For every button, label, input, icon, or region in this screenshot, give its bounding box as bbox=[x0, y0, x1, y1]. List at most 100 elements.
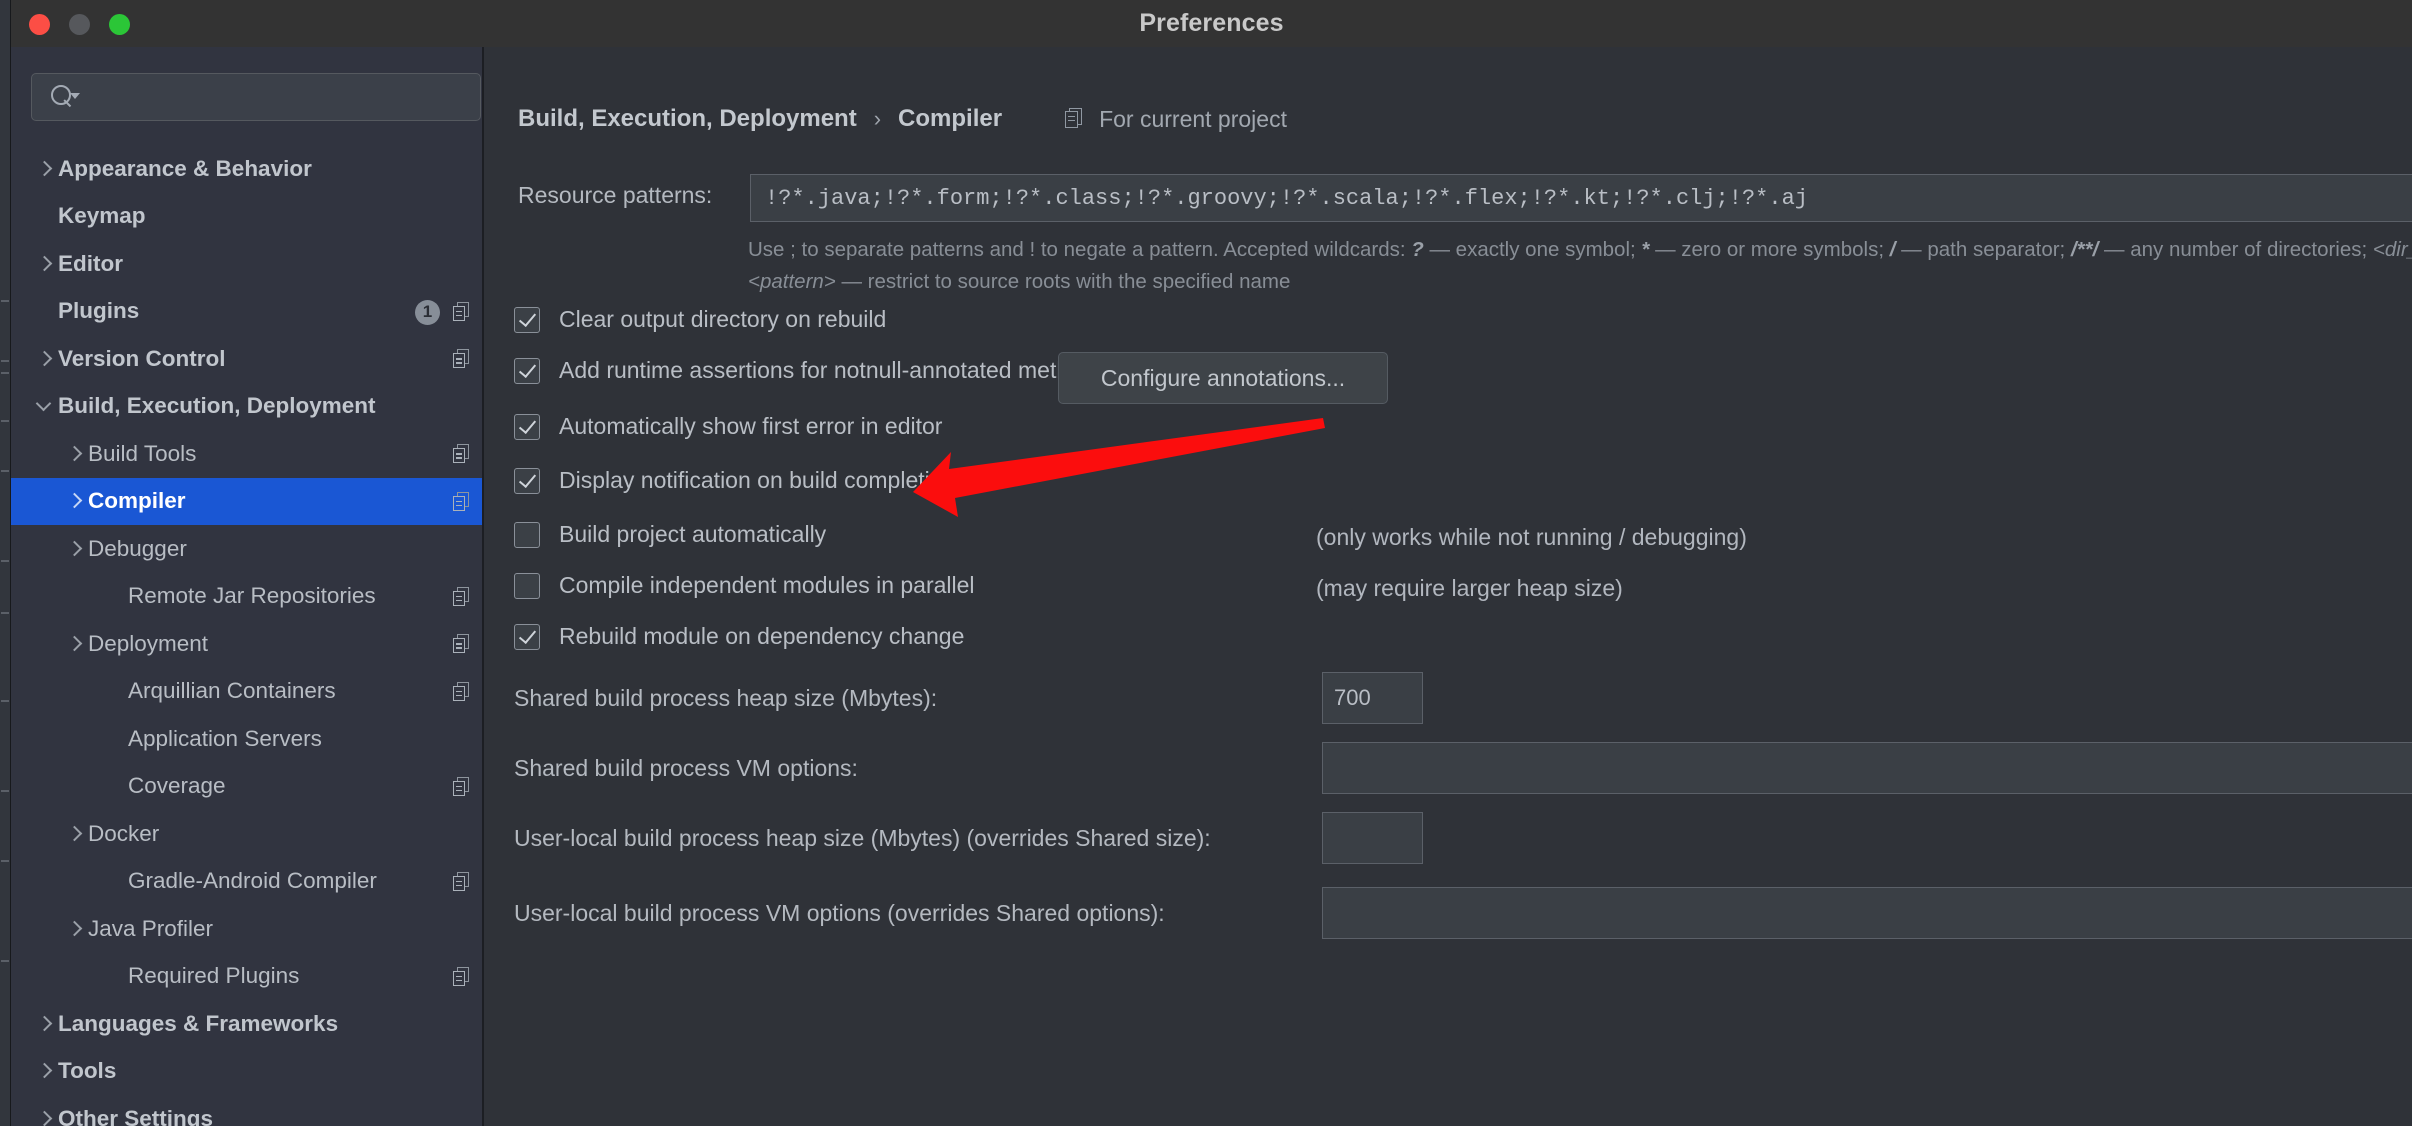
checkbox-checked-icon[interactable] bbox=[514, 623, 540, 650]
checkbox-row[interactable]: Display notification on build completion bbox=[514, 467, 955, 494]
help-part-2: — exactly one symbol; bbox=[1423, 238, 1642, 261]
sidebar-item-build-tools[interactable]: Build Tools bbox=[11, 430, 482, 478]
chevron-right-icon[interactable] bbox=[63, 633, 85, 655]
field-label: User-local build process heap size (Mbyt… bbox=[514, 825, 1211, 851]
sidebar-item-build-execution-deployment[interactable]: Build, Execution, Deployment bbox=[11, 383, 482, 431]
checkbox-row[interactable]: Automatically show first error in editor bbox=[514, 413, 942, 440]
sidebar-item-label: Application Servers bbox=[128, 725, 322, 751]
checkbox-label: Compile independent modules in parallel bbox=[559, 572, 975, 598]
sidebar-item-label: Languages & Frameworks bbox=[58, 1010, 339, 1036]
chevron-right-icon[interactable] bbox=[63, 823, 85, 845]
chevron-right-icon[interactable] bbox=[63, 918, 85, 940]
help-wildcard-doublestar: /**/ bbox=[2070, 238, 2099, 261]
sidebar-item-tools[interactable]: Tools bbox=[11, 1048, 482, 1096]
sidebar-item-editor[interactable]: Editor bbox=[11, 240, 482, 288]
checkbox-label: Build project automatically bbox=[559, 521, 827, 547]
chevron-right-icon[interactable] bbox=[33, 1108, 55, 1126]
field-input[interactable] bbox=[1322, 742, 2412, 794]
sidebar-item-java-profiler[interactable]: Java Profiler bbox=[11, 905, 482, 953]
field-value: 700 bbox=[1334, 685, 1371, 710]
checkbox-row[interactable]: Compile independent modules in parallel bbox=[514, 572, 975, 599]
sidebar-item-label: Build, Execution, Deployment bbox=[58, 393, 376, 419]
sidebar-item-plugins[interactable]: Plugins 1 bbox=[11, 288, 482, 336]
copy-settings-icon[interactable] bbox=[453, 301, 474, 323]
checkbox-unchecked-icon[interactable] bbox=[514, 521, 540, 548]
copy-settings-icon[interactable] bbox=[453, 349, 474, 370]
window-controls[interactable] bbox=[29, 14, 130, 35]
breadcrumb-current: Compiler bbox=[898, 105, 1003, 132]
settings-sidebar: Appearance & Behavior Keymap Editor Plugins… bbox=[11, 47, 484, 1126]
chevron-right-icon[interactable] bbox=[33, 348, 55, 370]
copy-settings-icon bbox=[1064, 107, 1089, 131]
configure-annotations-button[interactable]: Configure annotations... bbox=[1058, 352, 1388, 404]
sidebar-item-remote-jar-repositories[interactable]: Remote Jar Repositories bbox=[11, 573, 482, 621]
sidebar-item-compiler[interactable]: Compiler bbox=[11, 477, 482, 525]
sidebar-item-gradle-android-compiler[interactable]: Gradle-Android Compiler bbox=[11, 858, 482, 906]
sidebar-item-other-settings[interactable]: Other Settings bbox=[11, 1095, 482, 1126]
checkbox-label: Automatically show first error in editor bbox=[559, 413, 943, 439]
copy-settings-icon[interactable] bbox=[453, 444, 474, 465]
checkbox-row[interactable]: Clear output directory on rebuild bbox=[514, 306, 886, 333]
search-input[interactable] bbox=[31, 73, 481, 121]
chevron-right-icon[interactable] bbox=[33, 1060, 55, 1082]
sidebar-item-docker[interactable]: Docker bbox=[11, 810, 482, 858]
project-scope-label: For current project bbox=[1099, 105, 1287, 132]
field-input[interactable]: 700 bbox=[1322, 672, 1423, 724]
chevron-right-icon[interactable] bbox=[63, 538, 85, 560]
copy-settings-icon[interactable] bbox=[453, 966, 474, 988]
field-input[interactable] bbox=[1322, 887, 2412, 939]
copy-settings-icon[interactable] bbox=[453, 871, 474, 893]
chevron-right-icon[interactable] bbox=[33, 253, 55, 275]
checkbox-label: Clear output directory on rebuild bbox=[559, 306, 887, 332]
copy-settings-icon[interactable] bbox=[453, 681, 474, 703]
copy-settings-icon[interactable] bbox=[453, 491, 474, 513]
sidebar-item-appearance-behavior[interactable]: Appearance & Behavior bbox=[11, 145, 482, 193]
resource-patterns-help: Use ; to separate patterns and ! to nega… bbox=[748, 234, 2412, 298]
copy-settings-icon[interactable] bbox=[453, 586, 474, 608]
sidebar-item-deployment[interactable]: Deployment bbox=[11, 620, 482, 668]
checkbox-checked-icon[interactable] bbox=[514, 467, 540, 494]
breadcrumb-root[interactable]: Build, Execution, Deployment bbox=[518, 105, 857, 133]
chevron-right-icon[interactable] bbox=[63, 443, 85, 465]
resource-patterns-label: Resource patterns: bbox=[518, 182, 713, 208]
copy-settings-icon[interactable] bbox=[453, 634, 474, 655]
checkbox-row[interactable]: Rebuild module on dependency change bbox=[514, 623, 964, 650]
sidebar-item-label: Plugins bbox=[58, 298, 140, 324]
sidebar-item-keymap[interactable]: Keymap bbox=[11, 193, 482, 241]
copy-settings-icon[interactable] bbox=[453, 776, 474, 798]
sidebar-item-required-plugins[interactable]: Required Plugins bbox=[11, 953, 482, 1001]
close-button-icon[interactable] bbox=[29, 14, 50, 35]
chevron-down-icon[interactable] bbox=[33, 395, 55, 417]
checkbox-checked-icon[interactable] bbox=[514, 306, 540, 333]
checkbox-row[interactable]: Build project automatically bbox=[514, 521, 826, 548]
sidebar-item-label: Version Control bbox=[58, 345, 226, 371]
chevron-right-icon[interactable] bbox=[33, 1013, 55, 1035]
sidebar-item-version-control[interactable]: Version Control bbox=[11, 335, 482, 383]
compiler-settings-panel: Build, Execution, Deployment › Compiler … bbox=[486, 47, 2412, 1126]
sidebar-item-label: Tools bbox=[58, 1058, 117, 1084]
resource-patterns-value: !?*.java;!?*.form;!?*.class;!?*.groovy;!… bbox=[765, 185, 1808, 211]
sidebar-item-label: Appearance & Behavior bbox=[58, 155, 312, 181]
field-label: Shared build process VM options: bbox=[514, 755, 858, 781]
sidebar-item-arquillian-containers[interactable]: Arquillian Containers bbox=[11, 668, 482, 716]
maximize-button-icon[interactable] bbox=[109, 14, 130, 35]
sidebar-item-coverage[interactable]: Coverage bbox=[11, 763, 482, 811]
chevron-right-icon[interactable] bbox=[63, 490, 85, 512]
sidebar-item-application-servers[interactable]: Application Servers bbox=[11, 715, 482, 763]
checkbox-checked-icon[interactable] bbox=[514, 357, 540, 384]
resource-patterns-input[interactable]: !?*.java;!?*.form;!?*.class;!?*.groovy;!… bbox=[750, 174, 2412, 222]
sidebar-item-label: Debugger bbox=[88, 535, 187, 561]
chevron-right-icon[interactable] bbox=[33, 158, 55, 180]
sidebar-item-label: Coverage bbox=[128, 773, 226, 799]
breadcrumb: Build, Execution, Deployment › Compiler … bbox=[518, 105, 1287, 133]
background-window-sliver bbox=[0, 0, 11, 1126]
sidebar-item-languages-frameworks[interactable]: Languages & Frameworks bbox=[11, 1000, 482, 1048]
minimize-button-icon[interactable] bbox=[69, 14, 90, 35]
help-part-4: — path separator; bbox=[1895, 238, 2071, 261]
field-label: User-local build process VM options (ove… bbox=[514, 900, 1165, 926]
field-input[interactable] bbox=[1322, 812, 1423, 864]
checkbox-unchecked-icon[interactable] bbox=[514, 572, 540, 599]
breadcrumb-separator-icon: › bbox=[873, 106, 882, 131]
sidebar-item-debugger[interactable]: Debugger bbox=[11, 525, 482, 573]
checkbox-checked-icon[interactable] bbox=[514, 413, 540, 440]
